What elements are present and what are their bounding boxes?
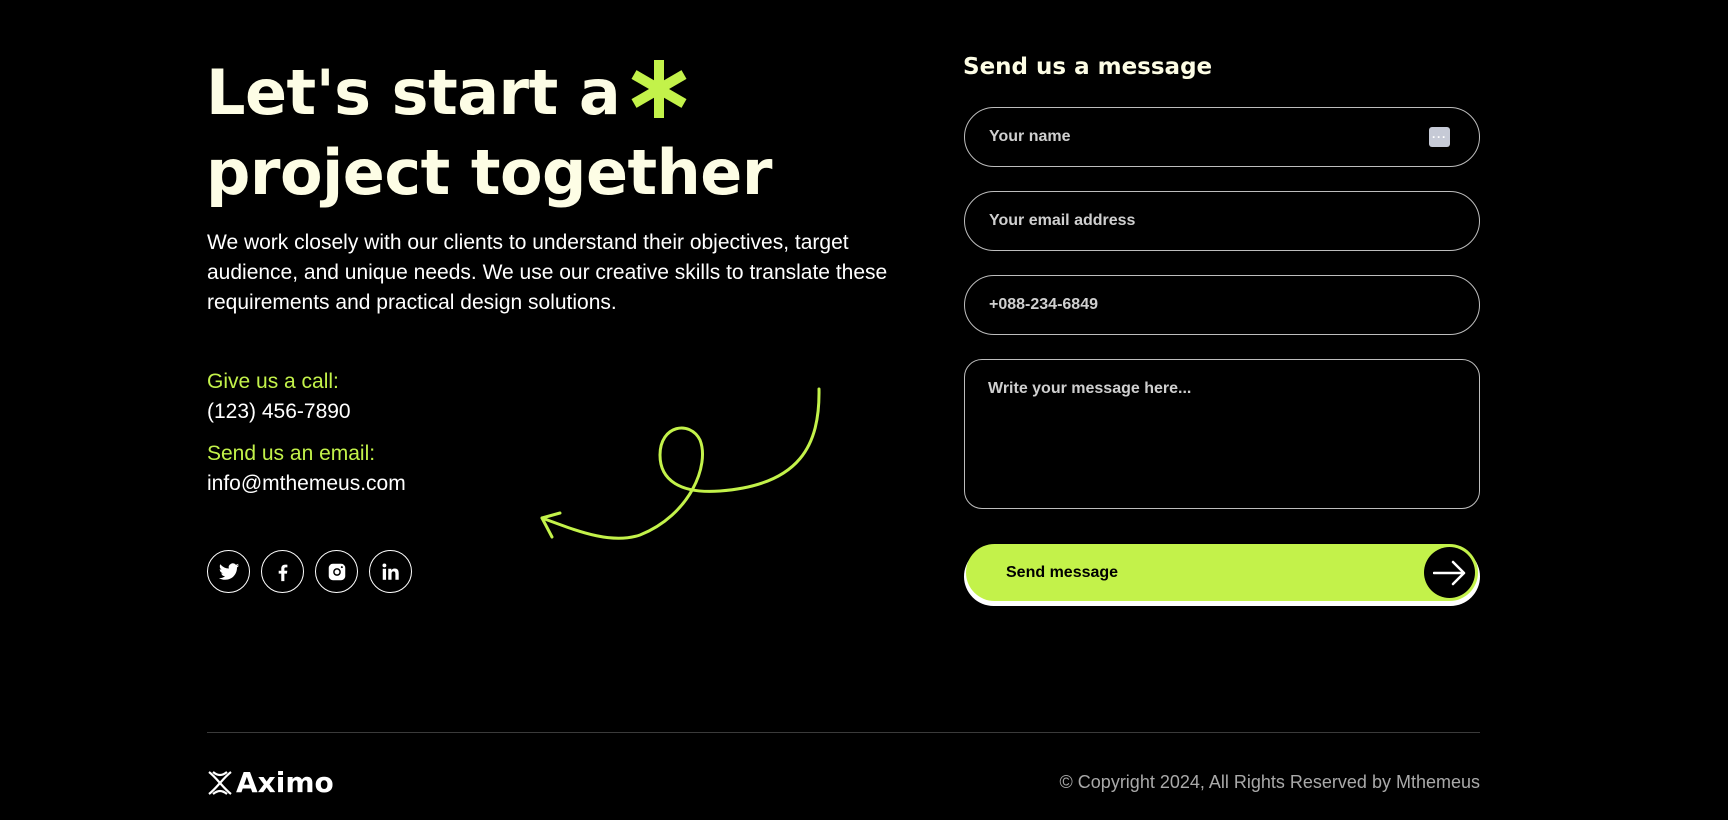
send-button-label: Send message	[1006, 563, 1119, 581]
twitter-icon	[218, 562, 239, 580]
facebook-link[interactable]	[261, 550, 304, 593]
decorative-arrow-squiggle	[540, 387, 821, 540]
footer-divider	[207, 732, 1480, 733]
instagram-icon	[328, 563, 345, 580]
headline-line-2: project together	[206, 136, 772, 209]
phone-field[interactable]	[964, 275, 1480, 335]
facebook-icon	[278, 564, 287, 581]
email-field[interactable]	[964, 191, 1480, 251]
page-title: Let's start a project together	[206, 56, 772, 210]
name-field[interactable]	[964, 107, 1480, 167]
headline-line-1: Let's start a	[206, 56, 621, 129]
phone-number[interactable]: (123) 456-7890	[207, 397, 351, 427]
email-address[interactable]: info@mthemeus.com	[207, 469, 406, 499]
social-links	[207, 550, 412, 593]
send-message-button[interactable]: Send message	[966, 544, 1478, 601]
logo[interactable]: Aximo	[207, 766, 334, 799]
autofill-icon[interactable]: ···	[1429, 127, 1450, 147]
call-label: Give us a call:	[207, 370, 339, 393]
twitter-link[interactable]	[207, 550, 250, 593]
linkedin-icon	[381, 562, 399, 580]
copyright-text: © Copyright 2024, All Rights Reserved by…	[1059, 772, 1480, 792]
asterisk-icon	[628, 58, 690, 136]
call-info: Give us a call: (123) 456-7890	[207, 367, 351, 427]
email-info: Send us an email: info@mthemeus.com	[207, 439, 406, 499]
linkedin-link[interactable]	[369, 550, 412, 593]
intro-text: We work closely with our clients to unde…	[207, 231, 888, 314]
logo-text: Aximo	[236, 766, 334, 799]
arrow-right-icon	[1424, 547, 1475, 598]
message-field[interactable]	[964, 359, 1480, 509]
form-title: Send us a message	[963, 54, 1213, 80]
aximo-logo-icon	[208, 770, 232, 795]
email-label: Send us an email:	[207, 442, 376, 465]
contact-page: Let's start a project together We work c…	[0, 0, 1728, 820]
instagram-link[interactable]	[315, 550, 358, 593]
